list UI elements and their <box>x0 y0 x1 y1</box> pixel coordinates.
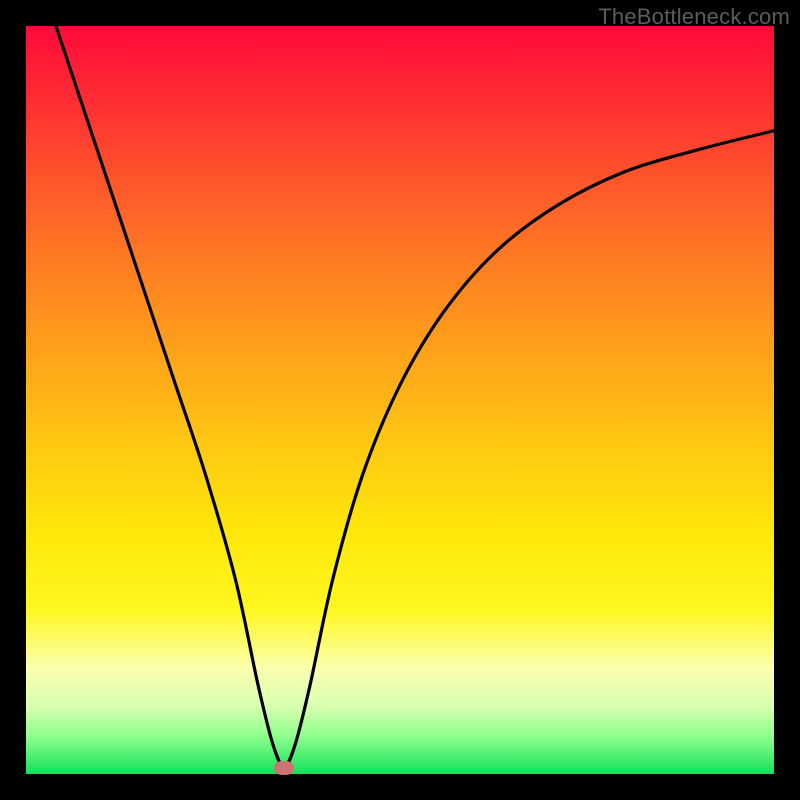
chart-frame: TheBottleneck.com <box>0 0 800 800</box>
plot-area <box>26 26 774 774</box>
watermark-label: TheBottleneck.com <box>598 4 790 30</box>
minimum-marker <box>274 761 294 775</box>
curve-svg <box>26 26 774 774</box>
bottleneck-curve <box>56 26 774 767</box>
